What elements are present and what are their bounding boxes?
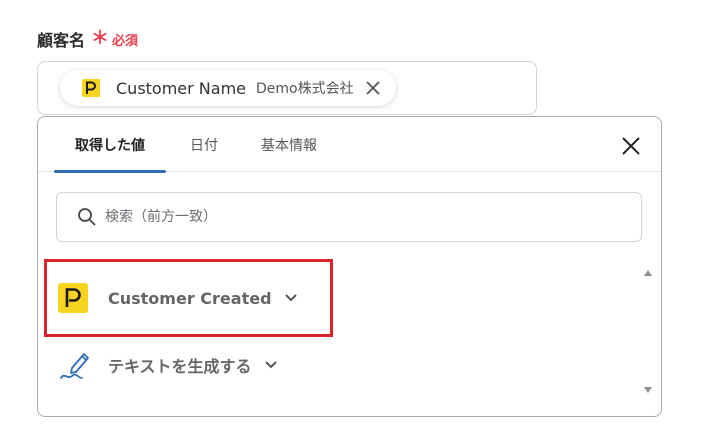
active-tab-underline bbox=[54, 170, 166, 173]
panel-close-button[interactable] bbox=[621, 136, 641, 156]
p-app-icon bbox=[82, 79, 100, 97]
search-box[interactable] bbox=[56, 192, 642, 242]
field-label: 顧客名 ＊ 必須 bbox=[37, 27, 138, 51]
search-icon bbox=[78, 208, 96, 226]
scroll-down-arrow[interactable] bbox=[643, 385, 653, 395]
search-input[interactable] bbox=[105, 209, 585, 225]
value-chip[interactable]: Customer Name Demo株式会社 bbox=[60, 70, 396, 106]
list-item-label: テキストを生成する bbox=[108, 357, 252, 376]
field-label-text: 顧客名 bbox=[37, 31, 86, 50]
value-picker-panel: 取得した値 日付 基本情報 Customer Created bbox=[37, 116, 662, 417]
tab-date[interactable]: 日付 bbox=[180, 117, 228, 172]
tab-basic-info[interactable]: 基本情報 bbox=[250, 117, 328, 172]
chip-remove-icon[interactable] bbox=[364, 79, 382, 97]
list-item-customer-created[interactable]: Customer Created bbox=[58, 278, 298, 318]
tab-label: 日付 bbox=[190, 137, 218, 154]
tab-label: 取得した値 bbox=[75, 137, 145, 154]
tab-bar: 取得した値 日付 基本情報 bbox=[38, 117, 661, 173]
scroll-up-arrow[interactable] bbox=[643, 268, 653, 278]
required-text: 必須 bbox=[112, 33, 139, 49]
list-item-generate-text[interactable]: テキストを生成する bbox=[58, 345, 278, 385]
chip-name: Customer Name bbox=[116, 78, 247, 98]
pen-icon bbox=[60, 353, 89, 379]
tab-retrieved-values[interactable]: 取得した値 bbox=[54, 117, 166, 173]
required-star: ＊ bbox=[91, 28, 110, 49]
chevron-down-icon bbox=[284, 294, 297, 302]
list-item-label: Customer Created bbox=[108, 288, 272, 308]
chip-value: Demo株式会社 bbox=[256, 81, 354, 97]
tab-label: 基本情報 bbox=[261, 137, 317, 154]
p-app-icon bbox=[58, 283, 88, 313]
customer-name-field[interactable]: Customer Name Demo株式会社 bbox=[37, 61, 537, 115]
close-icon bbox=[622, 137, 640, 155]
chevron-down-icon bbox=[264, 361, 277, 369]
